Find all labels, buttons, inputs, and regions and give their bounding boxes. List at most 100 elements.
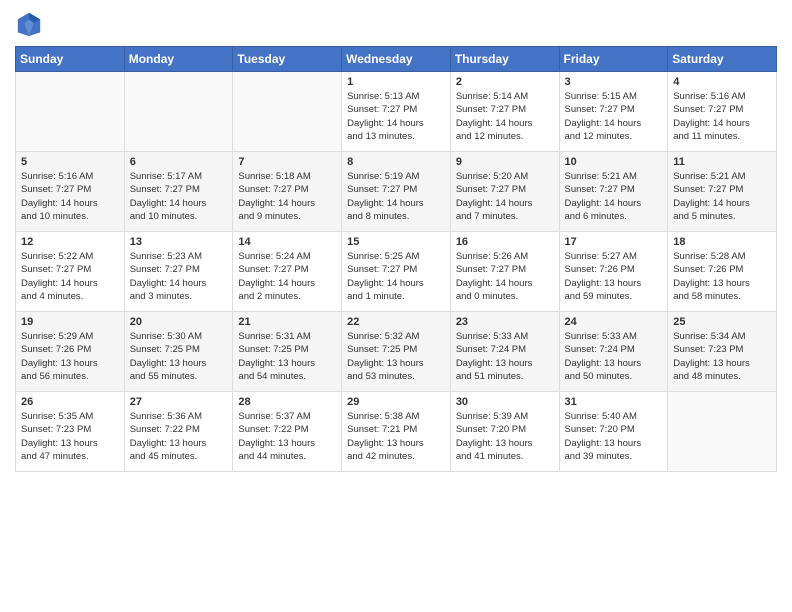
calendar-cell: 18 Sunrise: 5:28 AM Sunset: 7:26 PM Dayli… xyxy=(668,232,777,312)
day-number: 21 xyxy=(238,316,336,328)
day-content: Sunrise: 5:17 AM Sunset: 7:27 PM Dayligh… xyxy=(130,170,228,223)
calendar-cell: 2 Sunrise: 5:14 AM Sunset: 7:27 PM Daylig… xyxy=(450,72,559,152)
day-number: 5 xyxy=(21,156,119,168)
calendar-cell: 22 Sunrise: 5:32 AM Sunset: 7:25 PM Dayli… xyxy=(342,312,451,392)
calendar-cell: 23 Sunrise: 5:33 AM Sunset: 7:24 PM Dayli… xyxy=(450,312,559,392)
day-content: Sunrise: 5:36 AM Sunset: 7:22 PM Dayligh… xyxy=(130,410,228,463)
day-header-tuesday: Tuesday xyxy=(233,47,342,72)
logo xyxy=(15,10,47,38)
day-number: 3 xyxy=(565,76,663,88)
day-number: 23 xyxy=(456,316,554,328)
calendar-cell: 20 Sunrise: 5:30 AM Sunset: 7:25 PM Dayli… xyxy=(124,312,233,392)
day-number: 28 xyxy=(238,396,336,408)
day-content: Sunrise: 5:20 AM Sunset: 7:27 PM Dayligh… xyxy=(456,170,554,223)
calendar-cell: 1Sunrise: 5:13 AM Sunset: 7:27 PM Daylig… xyxy=(342,72,451,152)
calendar-cell: 5 Sunrise: 5:16 AM Sunset: 7:27 PM Daylig… xyxy=(16,152,125,232)
day-content: Sunrise: 5:19 AM Sunset: 7:27 PM Dayligh… xyxy=(347,170,445,223)
day-content: Sunrise: 5:16 AM Sunset: 7:27 PM Dayligh… xyxy=(21,170,119,223)
calendar-cell: 30 Sunrise: 5:39 AM Sunset: 7:20 PM Dayli… xyxy=(450,392,559,472)
week-row-5: 26Sunrise: 5:35 AM Sunset: 7:23 PM Dayli… xyxy=(16,392,777,472)
day-content: Sunrise: 5:34 AM Sunset: 7:23 PM Dayligh… xyxy=(673,330,771,383)
day-content: Sunrise: 5:23 AM Sunset: 7:27 PM Dayligh… xyxy=(130,250,228,303)
calendar-cell: 8 Sunrise: 5:19 AM Sunset: 7:27 PM Daylig… xyxy=(342,152,451,232)
day-content: Sunrise: 5:31 AM Sunset: 7:25 PM Dayligh… xyxy=(238,330,336,383)
calendar-cell: 26Sunrise: 5:35 AM Sunset: 7:23 PM Dayli… xyxy=(16,392,125,472)
day-content: Sunrise: 5:26 AM Sunset: 7:27 PM Dayligh… xyxy=(456,250,554,303)
day-number: 6 xyxy=(130,156,228,168)
day-content: Sunrise: 5:28 AM Sunset: 7:26 PM Dayligh… xyxy=(673,250,771,303)
day-number: 13 xyxy=(130,236,228,248)
day-number: 22 xyxy=(347,316,445,328)
calendar-cell xyxy=(16,72,125,152)
day-number: 11 xyxy=(673,156,771,168)
week-row-3: 12 Sunrise: 5:22 AM Sunset: 7:27 PM Dayli… xyxy=(16,232,777,312)
day-content: Sunrise: 5:21 AM Sunset: 7:27 PM Dayligh… xyxy=(673,170,771,223)
day-content: Sunrise: 5:24 AM Sunset: 7:27 PM Dayligh… xyxy=(238,250,336,303)
day-number: 10 xyxy=(565,156,663,168)
calendar-cell: 9 Sunrise: 5:20 AM Sunset: 7:27 PM Daylig… xyxy=(450,152,559,232)
calendar-cell: 7Sunrise: 5:18 AM Sunset: 7:27 PM Daylig… xyxy=(233,152,342,232)
day-number: 2 xyxy=(456,76,554,88)
calendar-cell: 13 Sunrise: 5:23 AM Sunset: 7:27 PM Dayli… xyxy=(124,232,233,312)
day-number: 4 xyxy=(673,76,771,88)
day-content: Sunrise: 5:38 AM Sunset: 7:21 PM Dayligh… xyxy=(347,410,445,463)
day-number: 26 xyxy=(21,396,119,408)
week-row-2: 5 Sunrise: 5:16 AM Sunset: 7:27 PM Daylig… xyxy=(16,152,777,232)
day-number: 29 xyxy=(347,396,445,408)
calendar-cell xyxy=(124,72,233,152)
day-number: 30 xyxy=(456,396,554,408)
calendar-cell: 17Sunrise: 5:27 AM Sunset: 7:26 PM Dayli… xyxy=(559,232,668,312)
calendar-cell: 28 Sunrise: 5:37 AM Sunset: 7:22 PM Dayli… xyxy=(233,392,342,472)
day-header-thursday: Thursday xyxy=(450,47,559,72)
calendar-cell: 14 Sunrise: 5:24 AM Sunset: 7:27 PM Dayli… xyxy=(233,232,342,312)
day-content: Sunrise: 5:29 AM Sunset: 7:26 PM Dayligh… xyxy=(21,330,119,383)
calendar-header-row: SundayMondayTuesdayWednesdayThursdayFrid… xyxy=(16,47,777,72)
calendar-cell: 31 Sunrise: 5:40 AM Sunset: 7:20 PM Dayli… xyxy=(559,392,668,472)
week-row-4: 19 Sunrise: 5:29 AM Sunset: 7:26 PM Dayli… xyxy=(16,312,777,392)
day-number: 12 xyxy=(21,236,119,248)
day-number: 1 xyxy=(347,76,445,88)
day-content: Sunrise: 5:25 AM Sunset: 7:27 PM Dayligh… xyxy=(347,250,445,303)
calendar-cell xyxy=(668,392,777,472)
day-number: 27 xyxy=(130,396,228,408)
day-content: Sunrise: 5:37 AM Sunset: 7:22 PM Dayligh… xyxy=(238,410,336,463)
day-number: 25 xyxy=(673,316,771,328)
day-number: 31 xyxy=(565,396,663,408)
day-number: 17 xyxy=(565,236,663,248)
calendar-container: SundayMondayTuesdayWednesdayThursdayFrid… xyxy=(0,0,792,487)
day-content: Sunrise: 5:21 AM Sunset: 7:27 PM Dayligh… xyxy=(565,170,663,223)
day-number: 24 xyxy=(565,316,663,328)
calendar-cell: 12 Sunrise: 5:22 AM Sunset: 7:27 PM Dayli… xyxy=(16,232,125,312)
calendar-cell: 25 Sunrise: 5:34 AM Sunset: 7:23 PM Dayli… xyxy=(668,312,777,392)
day-content: Sunrise: 5:40 AM Sunset: 7:20 PM Dayligh… xyxy=(565,410,663,463)
day-content: Sunrise: 5:33 AM Sunset: 7:24 PM Dayligh… xyxy=(565,330,663,383)
calendar-cell: 16Sunrise: 5:26 AM Sunset: 7:27 PM Dayli… xyxy=(450,232,559,312)
calendar-header xyxy=(15,10,777,38)
day-content: Sunrise: 5:32 AM Sunset: 7:25 PM Dayligh… xyxy=(347,330,445,383)
day-header-friday: Friday xyxy=(559,47,668,72)
calendar-cell: 21 Sunrise: 5:31 AM Sunset: 7:25 PM Dayli… xyxy=(233,312,342,392)
day-header-wednesday: Wednesday xyxy=(342,47,451,72)
day-content: Sunrise: 5:30 AM Sunset: 7:25 PM Dayligh… xyxy=(130,330,228,383)
day-number: 14 xyxy=(238,236,336,248)
day-content: Sunrise: 5:16 AM Sunset: 7:27 PM Dayligh… xyxy=(673,90,771,143)
calendar-cell: 29 Sunrise: 5:38 AM Sunset: 7:21 PM Dayli… xyxy=(342,392,451,472)
calendar-cell: 4 Sunrise: 5:16 AM Sunset: 7:27 PM Daylig… xyxy=(668,72,777,152)
calendar-cell: 10 Sunrise: 5:21 AM Sunset: 7:27 PM Dayli… xyxy=(559,152,668,232)
calendar-cell: 27 Sunrise: 5:36 AM Sunset: 7:22 PM Dayli… xyxy=(124,392,233,472)
day-content: Sunrise: 5:39 AM Sunset: 7:20 PM Dayligh… xyxy=(456,410,554,463)
calendar-cell: 6 Sunrise: 5:17 AM Sunset: 7:27 PM Daylig… xyxy=(124,152,233,232)
day-content: Sunrise: 5:14 AM Sunset: 7:27 PM Dayligh… xyxy=(456,90,554,143)
day-number: 19 xyxy=(21,316,119,328)
day-number: 8 xyxy=(347,156,445,168)
day-number: 20 xyxy=(130,316,228,328)
calendar-cell: 3Sunrise: 5:15 AM Sunset: 7:27 PM Daylig… xyxy=(559,72,668,152)
day-content: Sunrise: 5:22 AM Sunset: 7:27 PM Dayligh… xyxy=(21,250,119,303)
calendar-cell: 24 Sunrise: 5:33 AM Sunset: 7:24 PM Dayli… xyxy=(559,312,668,392)
day-number: 18 xyxy=(673,236,771,248)
day-content: Sunrise: 5:33 AM Sunset: 7:24 PM Dayligh… xyxy=(456,330,554,383)
day-header-saturday: Saturday xyxy=(668,47,777,72)
calendar-table: SundayMondayTuesdayWednesdayThursdayFrid… xyxy=(15,46,777,472)
calendar-cell: 19 Sunrise: 5:29 AM Sunset: 7:26 PM Dayli… xyxy=(16,312,125,392)
day-number: 9 xyxy=(456,156,554,168)
